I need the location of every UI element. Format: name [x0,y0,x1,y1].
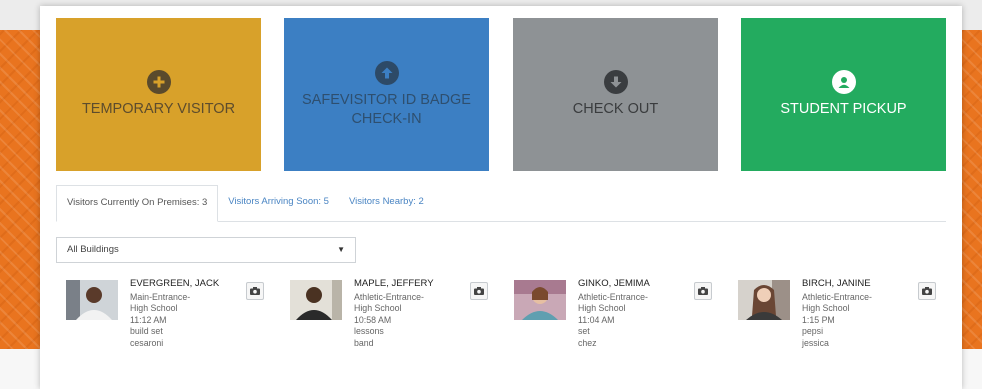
tile-label: CHECK OUT [572,101,659,117]
plus-circle-icon [146,70,171,94]
visitor-entrance: Main-Entrance- [130,291,191,302]
building-filter-value: All Buildings [67,244,119,255]
camera-button[interactable] [470,282,488,300]
visitor-name: BIRCH, JANINE [802,278,871,289]
tab-on-premises[interactable]: Visitors Currently On Premises: 3 [56,185,219,222]
camera-icon [922,287,932,295]
visitor-photo [738,280,790,320]
visitor-host: cesaroni [130,337,164,348]
check-out-tile[interactable]: CHECK OUT [513,18,718,171]
visitor-school: High School [130,303,178,313]
camera-button[interactable] [918,282,936,300]
background-pattern-left [0,30,40,352]
visitor-photo [514,280,566,320]
visitor-reason: lessons [354,326,384,336]
visitor-host: jessica [802,337,829,348]
user-circle-icon [831,70,856,94]
visitor-card: EVERGREEN, JACK Main-Entrance- High Scho… [66,278,276,378]
visitor-entrance: Athletic-Entrance- [354,291,424,302]
visitor-photo [290,280,342,320]
camera-icon [250,287,260,295]
camera-button[interactable] [694,282,712,300]
building-filter-select[interactable]: All Buildings ▼ [56,237,356,263]
visitor-list: EVERGREEN, JACK Main-Entrance- High Scho… [66,278,946,378]
action-tiles: TEMPORARY VISITOR SAFEVISITOR ID BADGE C… [56,18,946,171]
visitor-tabs: Visitors Currently On Premises: 3 Visito… [56,185,946,222]
visitor-card: MAPLE, JEFFERY Athletic-Entrance- High S… [290,278,500,378]
student-pickup-tile[interactable]: STUDENT PICKUP [741,18,946,171]
visitor-school: High School [802,303,850,313]
camera-button[interactable] [246,282,264,300]
visitor-reason: build set [130,326,163,336]
visitor-name: GINKO, JEMIMA [578,278,650,289]
badge-check-in-tile[interactable]: SAFEVISITOR ID BADGE CHECK-IN [284,18,489,171]
visitor-name: MAPLE, JEFFERY [354,278,434,289]
visitor-entrance: Athletic-Entrance- [802,291,872,302]
visitor-card: BIRCH, JANINE Athletic-Entrance- High Sc… [738,278,948,378]
tile-label: STUDENT PICKUP [780,101,907,117]
visitor-school: High School [578,303,626,313]
upload-circle-icon [374,60,399,85]
camera-icon [698,287,708,295]
visitor-reason: set [578,326,590,336]
visitor-host: chez [578,337,597,348]
tab-arriving-soon[interactable]: Visitors Arriving Soon: 5 [218,185,339,221]
background-pattern-right [962,30,982,352]
tab-nearby[interactable]: Visitors Nearby: 2 [339,185,434,221]
tile-label: SAFEVISITOR ID BADGE CHECK-IN [302,91,471,127]
visitor-entrance: Athletic-Entrance- [578,291,648,302]
visitor-school: High School [354,303,402,313]
download-circle-icon [603,70,628,94]
visitor-card: GINKO, JEMIMA Athletic-Entrance- High Sc… [514,278,724,378]
visitor-time: 11:12 AM [130,314,167,325]
visitor-time: 10:58 AM [354,314,392,325]
visitor-time: 1:15 PM [802,314,835,325]
camera-icon [474,287,484,295]
visitor-management-panel: TEMPORARY VISITOR SAFEVISITOR ID BADGE C… [40,6,962,389]
visitor-host: band [354,337,374,348]
visitor-photo [66,280,118,320]
temporary-visitor-tile[interactable]: TEMPORARY VISITOR [56,18,261,171]
tile-label: TEMPORARY VISITOR [81,101,236,117]
caret-down-icon: ▼ [337,245,345,254]
visitor-time: 11:04 AM [578,314,615,325]
visitor-reason: pepsi [802,326,824,336]
visitor-name: EVERGREEN, JACK [130,278,220,289]
